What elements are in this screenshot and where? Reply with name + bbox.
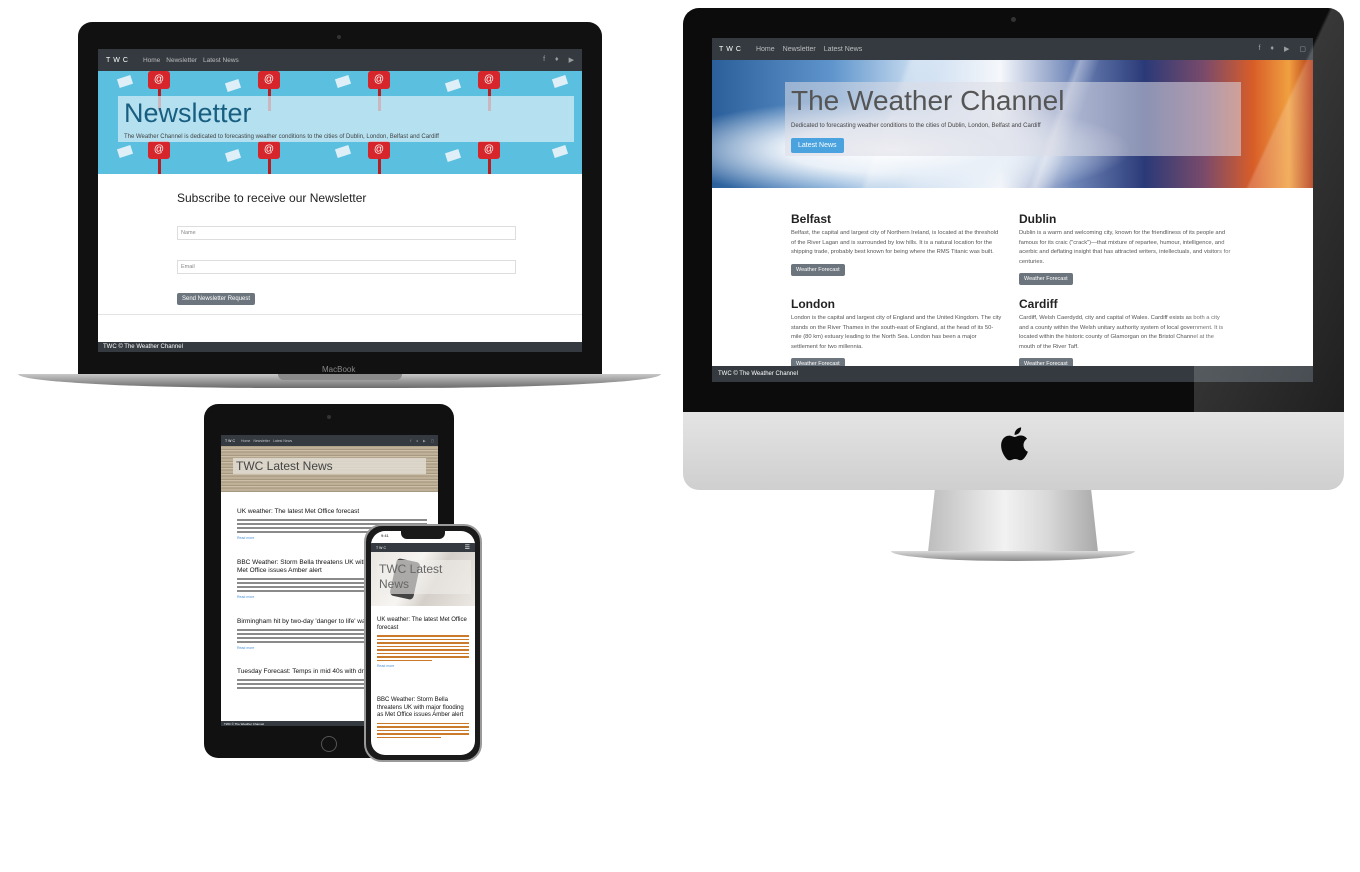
jumbotron: TWC Latest News (377, 560, 471, 594)
hero-title: TWC Latest News (379, 562, 443, 591)
newsletter-hero-banner: @ @ @ @ @ @ @ @ Newsletter The Weather C… (98, 71, 582, 174)
city-card-london: London London is the capital and largest… (791, 297, 1003, 371)
social-links: f ♦ ▶ ▢ (405, 439, 434, 443)
email-field[interactable]: Email (177, 260, 516, 274)
imac-stand-neck (928, 490, 1098, 552)
imac-stand-foot (891, 551, 1135, 561)
navbar: TWC ☰ (371, 543, 475, 552)
status-bar-time: 9:41 (381, 533, 389, 538)
envelope-icon (551, 145, 569, 158)
footer-text: TWC © The Weather Channel (224, 721, 264, 726)
hamburger-menu-icon[interactable]: ☰ (465, 545, 470, 551)
imac-bezel: TWC Home Newsletter Latest News f ♦ ▶ ▢ … (683, 8, 1344, 412)
nav-link-newsletter[interactable]: Newsletter (166, 57, 197, 64)
footer-text: TWC © The Weather Channel (718, 371, 798, 377)
envelope-icon (224, 149, 242, 162)
screen-glare (1194, 8, 1344, 412)
hero-title: TWC Latest News (236, 459, 333, 473)
read-more-link[interactable]: Read more (377, 664, 469, 668)
city-description: London is the capital and largest city o… (791, 315, 1002, 350)
youtube-icon[interactable]: ▶ (423, 439, 426, 443)
nav-link-latest-news[interactable]: Latest News (273, 439, 292, 443)
macbook-device: TWC Home Newsletter Latest News f ♦ ▶ @ … (18, 22, 661, 394)
iphone-notch (401, 531, 445, 539)
instagram-icon[interactable]: ▢ (431, 439, 434, 443)
social-links: f ♦ ▶ (533, 56, 574, 64)
send-newsletter-request-button[interactable]: Send Newsletter Request (177, 293, 256, 305)
iphone-device: 9:41 TWC ☰ TWC Latest News UK weather: T… (364, 524, 482, 762)
weather-forecast-button-belfast[interactable]: Weather Forecast (791, 263, 845, 276)
divider (98, 314, 582, 315)
apple-logo-icon (1001, 427, 1028, 461)
nav-link-latest-news[interactable]: Latest News (824, 46, 863, 53)
facebook-icon[interactable]: f (410, 439, 411, 443)
city-title: Belfast (791, 212, 832, 226)
mailbox-icon: @ (148, 141, 170, 174)
envelope-icon (444, 79, 462, 92)
macbook-hinge-notch (278, 374, 402, 380)
nav-brand[interactable]: TWC (719, 46, 744, 53)
site-footer: TWC © The Weather Channel (98, 342, 582, 352)
mailbox-icon: @ (258, 141, 280, 174)
nav-link-home[interactable]: Home (143, 57, 160, 64)
envelope-icon (224, 79, 242, 92)
nav-brand[interactable]: TWC (225, 439, 236, 443)
article-title[interactable]: UK weather: The latest Met Office foreca… (237, 508, 427, 516)
newsletter-form-title: Subscribe to receive our Newsletter (177, 191, 367, 205)
nav-link-newsletter[interactable]: Newsletter (253, 439, 270, 443)
envelope-icon (116, 75, 134, 88)
hero-title: Newsletter (124, 98, 252, 128)
nav-brand[interactable]: TWC (106, 57, 131, 64)
article-title[interactable]: BBC Weather: Storm Bella threatens UK wi… (377, 697, 469, 720)
youtube-icon[interactable]: ▶ (569, 56, 574, 64)
latest-news-button[interactable]: Latest News (791, 138, 844, 153)
imac-device: TWC Home Newsletter Latest News f ♦ ▶ ▢ … (683, 8, 1344, 568)
nav-link-latest-news[interactable]: Latest News (203, 57, 239, 64)
mailbox-icon: @ (368, 141, 390, 174)
hero-subtitle: The Weather Channel is dedicated to fore… (124, 134, 439, 140)
name-field[interactable]: Name (177, 226, 516, 240)
city-title: London (791, 297, 835, 311)
nav-link-home[interactable]: Home (241, 439, 250, 443)
news-article: UK weather: The latest Met Office foreca… (377, 617, 469, 668)
hero-subtitle: Dedicated to forecasting weather conditi… (791, 123, 1041, 129)
macbook-screen: TWC Home Newsletter Latest News f ♦ ▶ @ … (98, 49, 582, 352)
macbook-camera (337, 35, 341, 39)
jumbotron: The Weather Channel Dedicated to forecas… (785, 82, 1241, 156)
imac-camera (1011, 17, 1016, 22)
jumbotron: Newsletter The Weather Channel is dedica… (118, 96, 574, 142)
nav-link-newsletter[interactable]: Newsletter (783, 46, 816, 53)
envelope-icon (551, 75, 569, 88)
twitter-icon[interactable]: ♦ (416, 439, 418, 443)
facebook-icon[interactable]: f (543, 56, 545, 64)
envelope-icon (116, 145, 134, 158)
envelope-icon (334, 145, 352, 158)
footer-text: TWC © The Weather Channel (103, 344, 183, 350)
envelope-icon (444, 149, 462, 162)
jumbotron: TWC Latest News (233, 458, 426, 474)
macbook-label: MacBook (322, 365, 356, 374)
article-title[interactable]: UK weather: The latest Met Office foreca… (377, 617, 469, 632)
news-hero-banner: TWC Latest News (371, 552, 475, 606)
weather-forecast-button-dublin[interactable]: Weather Forecast (1019, 273, 1073, 286)
envelope-icon (334, 75, 352, 88)
ipad-camera (327, 415, 331, 419)
navbar: TWC Home Newsletter Latest News f ♦ ▶ (98, 49, 582, 71)
city-description: Belfast, the capital and largest city of… (791, 230, 999, 256)
city-card-belfast: Belfast Belfast, the capital and largest… (791, 212, 1003, 276)
news-hero-banner: TWC Latest News (221, 446, 438, 492)
ipad-home-button[interactable] (321, 736, 337, 752)
nav-brand[interactable]: TWC (376, 546, 387, 550)
mailbox-icon: @ (478, 141, 500, 174)
navbar: TWC Home Newsletter Latest News f ♦ ▶ ▢ (221, 435, 438, 446)
article-text (377, 722, 469, 738)
news-article: BBC Weather: Storm Bella threatens UK wi… (377, 697, 469, 740)
hero-title: The Weather Channel (791, 85, 1065, 116)
iphone-screen: 9:41 TWC ☰ TWC Latest News UK weather: T… (371, 531, 475, 755)
twitter-icon[interactable]: ♦ (555, 56, 559, 64)
nav-link-home[interactable]: Home (756, 46, 775, 53)
article-text (377, 635, 469, 661)
